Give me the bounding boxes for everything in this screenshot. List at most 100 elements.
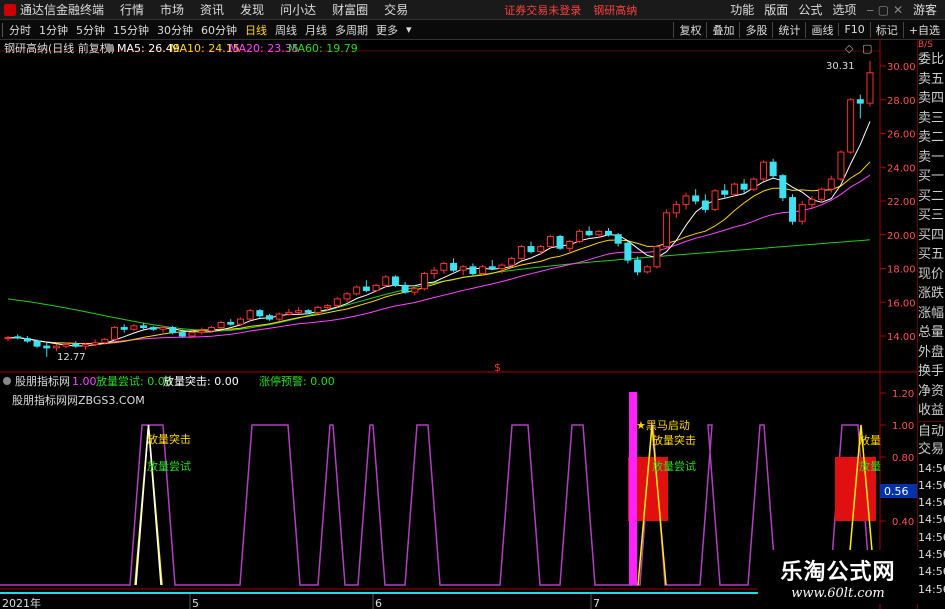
- candle-body: [353, 286, 361, 295]
- price-tick-label: 16.00: [887, 298, 916, 309]
- candle-body: [624, 242, 632, 261]
- multi-stock-button[interactable]: 多股: [739, 21, 772, 38]
- menu-formula[interactable]: 公式: [793, 1, 827, 18]
- candle-body: [23, 338, 31, 342]
- tab-period[interactable]: 15分钟: [109, 22, 153, 38]
- close-icon[interactable]: ▢: [862, 42, 872, 55]
- candle-body: [517, 246, 525, 259]
- annotation-fang: 放量: [859, 459, 881, 473]
- menu-item[interactable]: 交易: [376, 1, 416, 18]
- settings-gear-icon[interactable]: [106, 44, 114, 52]
- tab-period[interactable]: 分时: [5, 22, 35, 38]
- candle-body: [856, 99, 864, 104]
- menu-function[interactable]: 功能: [725, 1, 759, 18]
- candle-body: [343, 293, 351, 300]
- price-tick-label: 28.00: [887, 96, 916, 107]
- candle-body: [304, 310, 312, 313]
- collapse-icon[interactable]: ◇: [845, 42, 854, 55]
- candle-body: [207, 327, 215, 332]
- candle-body: [643, 266, 651, 273]
- candle-body: [566, 241, 574, 249]
- f10-button[interactable]: F10: [838, 23, 869, 36]
- candle-body: [285, 311, 293, 315]
- trade-time: 14:56: [918, 565, 945, 579]
- candle-body: [488, 266, 496, 269]
- candle-body: [411, 288, 419, 293]
- draw-line-button[interactable]: 画线: [805, 21, 838, 38]
- indicator-value-main: 1.00: [72, 375, 97, 388]
- candle-body: [711, 190, 719, 210]
- ma60-label: MA60: 19.79: [288, 42, 358, 55]
- price-tick-label: 20.00: [887, 231, 916, 242]
- menu-bar: 通达信金融终端 行情 市场 资讯 发现 问小达 财富圈 交易 证券交易未登录 钢…: [0, 0, 945, 20]
- candle-body: [188, 332, 196, 337]
- site-watermark-url: www.60lt.com: [791, 585, 885, 601]
- price-tick-label: 26.00: [887, 130, 916, 141]
- tab-period[interactable]: 多周期: [331, 22, 372, 38]
- tab-period[interactable]: 60分钟: [197, 22, 241, 38]
- annotation-fang: 放量: [859, 433, 881, 447]
- kline-chart[interactable]: 30.00 28.00 26.00 24.00 22.00 20.00 18.00 16.00…: [0, 40, 917, 609]
- auto-trade-button[interactable]: 交易: [918, 440, 945, 460]
- trade-time: 14:56: [918, 513, 945, 527]
- bs-label: B/S: [918, 40, 933, 50]
- side-label: 卖五: [918, 71, 945, 87]
- price-tick-label: 24.00: [887, 163, 916, 174]
- user-label[interactable]: 游客: [908, 1, 945, 18]
- menu-layout[interactable]: 版面: [759, 1, 793, 18]
- candle-body: [72, 343, 80, 347]
- candle-body: [595, 230, 603, 236]
- candle-body: [314, 306, 322, 313]
- annotation-heima: ★黑马启动: [636, 419, 690, 432]
- chevron-down-icon[interactable]: ▾: [402, 23, 416, 36]
- tab-period[interactable]: 月线: [301, 22, 331, 38]
- indicator-tick-label: 1.00: [892, 421, 914, 432]
- candle-body: [324, 305, 332, 308]
- current-value: 0.56: [884, 485, 909, 498]
- stock-link[interactable]: 钢研高纳: [587, 2, 643, 18]
- candle-body: [663, 212, 671, 248]
- menu-options[interactable]: 选项: [827, 1, 861, 18]
- adjust-button[interactable]: 复权: [673, 21, 706, 38]
- candle-body: [120, 327, 128, 330]
- candle-body: [730, 183, 738, 195]
- candle-body: [101, 338, 109, 344]
- indicator-value-tuji: 放量突击: 0.00: [163, 374, 239, 388]
- mark-button[interactable]: 标记: [869, 21, 903, 38]
- annotation-changshi: 放量尝试: [147, 459, 191, 473]
- menu-item[interactable]: 行情: [112, 1, 152, 18]
- tab-period[interactable]: 1分钟: [35, 22, 72, 38]
- auto-trade-button[interactable]: 自动: [918, 420, 945, 441]
- tab-daily[interactable]: 日线: [241, 22, 271, 38]
- tab-period[interactable]: 周线: [271, 22, 301, 38]
- window-controls[interactable]: ‒ ▢ ✕: [861, 3, 908, 17]
- annotation-tuji: 放量突击: [652, 433, 696, 447]
- tab-period[interactable]: 5分钟: [72, 22, 109, 38]
- candle-body: [740, 183, 748, 190]
- settings-gear-icon[interactable]: [3, 377, 11, 385]
- candle-body: [556, 235, 564, 249]
- side-label: 委比: [918, 52, 945, 67]
- login-alert[interactable]: 证券交易未登录: [498, 2, 587, 18]
- indicator-tick-label: 0.40: [892, 517, 914, 528]
- menu-item[interactable]: 问小达: [272, 1, 324, 18]
- candle-body: [779, 175, 787, 199]
- candle-body: [527, 246, 535, 253]
- candle-body: [178, 332, 186, 337]
- trade-time: 14:56: [918, 547, 945, 561]
- side-label: 卖四: [918, 91, 945, 106]
- indicator-tick-label: 1.20: [892, 389, 914, 400]
- menu-item[interactable]: 财富圈: [324, 1, 376, 18]
- candle-body: [498, 264, 506, 269]
- candle-body: [217, 322, 225, 329]
- tab-more[interactable]: 更多: [372, 22, 402, 38]
- add-favorite-button[interactable]: +自选: [902, 21, 945, 38]
- overlay-button[interactable]: 叠加: [706, 21, 739, 38]
- tab-period[interactable]: 30分钟: [153, 22, 197, 38]
- menu-item[interactable]: 资讯: [192, 1, 232, 18]
- menu-item[interactable]: 发现: [232, 1, 272, 18]
- statistics-button[interactable]: 统计: [772, 21, 805, 38]
- candle-body: [198, 330, 206, 334]
- menu-item[interactable]: 市场: [152, 1, 192, 18]
- candle-body: [692, 195, 700, 202]
